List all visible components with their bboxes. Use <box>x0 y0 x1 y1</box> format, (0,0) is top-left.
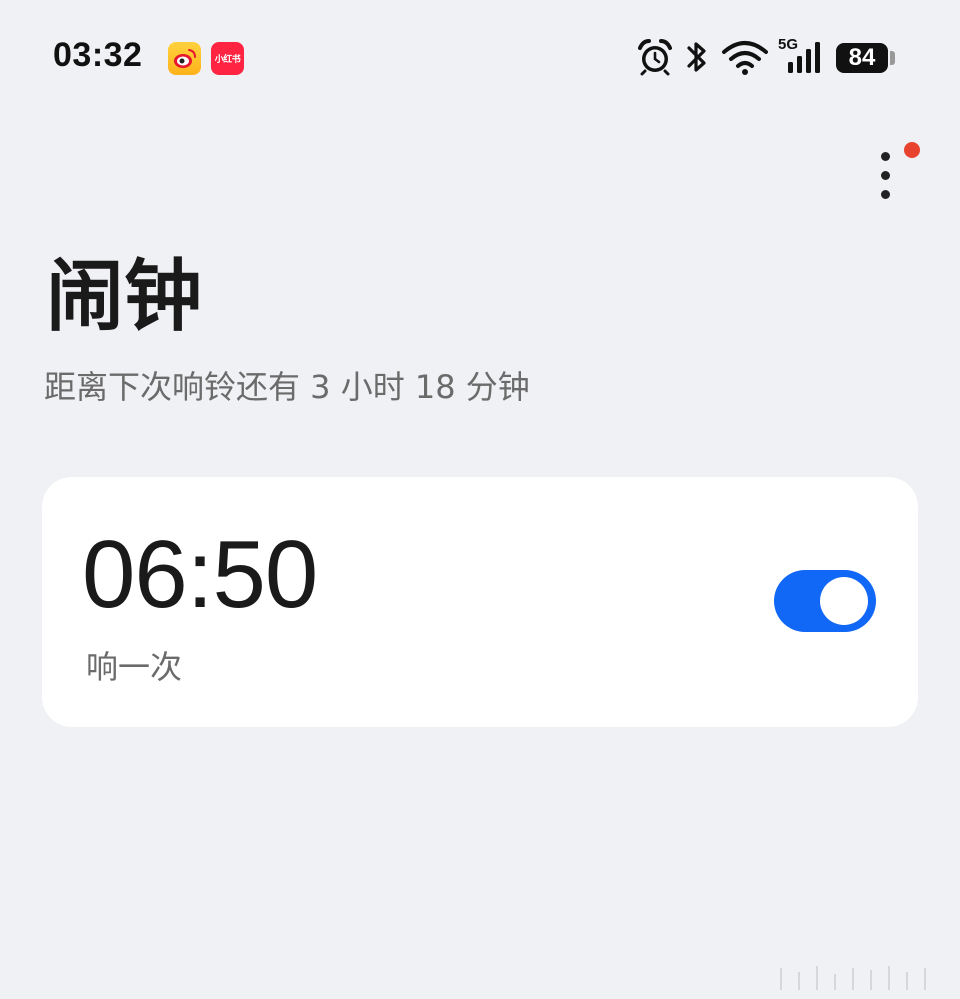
alarm-toggle-switch[interactable] <box>774 570 876 632</box>
wifi-icon <box>722 41 768 75</box>
cellular-signal-icon: 5G <box>777 36 827 78</box>
notification-badge <box>904 142 920 158</box>
next-alarm-countdown: 距离下次响铃还有 3 小时 18 分钟 <box>44 368 530 406</box>
xiaohongshu-icon: 小红书 <box>211 42 244 75</box>
more-vertical-icon-dot <box>881 190 890 199</box>
toggle-knob <box>820 577 868 625</box>
more-vertical-icon-dot <box>881 171 890 180</box>
alarm-card[interactable]: 06:50 响一次 <box>42 477 918 727</box>
battery-tip <box>890 51 895 65</box>
status-time: 03:32 <box>53 36 143 74</box>
alarm-time: 06:50 <box>82 521 318 628</box>
battery-icon: 84 <box>836 43 888 73</box>
more-vertical-icon <box>881 152 890 161</box>
more-options-button[interactable] <box>864 145 908 207</box>
weibo-icon <box>168 42 201 75</box>
alarm-repeat-label: 响一次 <box>86 648 183 686</box>
alarm-icon <box>638 39 672 76</box>
home-indicator <box>770 960 940 990</box>
bluetooth-icon <box>687 42 706 72</box>
status-bar: 03:32 小红书 5G 84 <box>0 0 960 120</box>
page-title: 闹钟 <box>46 252 203 342</box>
